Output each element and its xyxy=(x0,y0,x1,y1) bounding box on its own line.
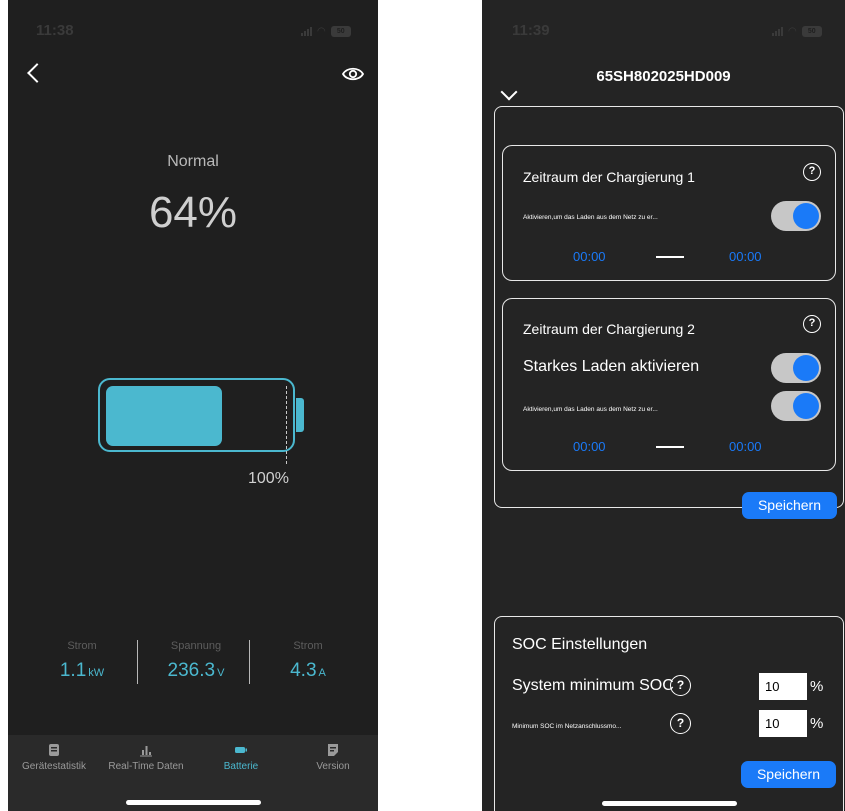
period-1-enable-text: Aktivieren,um das Laden aus dem Netz zu … xyxy=(523,214,658,221)
wifi-icon: ◠ xyxy=(788,26,797,37)
stat-voltage: Spannung 236.3 V xyxy=(156,640,236,682)
eye-icon[interactable] xyxy=(342,66,364,82)
period-2-title: Zeitraum der Chargierung 2 xyxy=(523,321,695,337)
tab-realtime-data[interactable]: Real-Time Daten xyxy=(104,743,188,772)
period-1-end-time[interactable]: 00:00 xyxy=(729,249,762,264)
battery-fill xyxy=(106,386,222,446)
help-icon[interactable]: ? xyxy=(803,163,821,181)
bar-chart-icon xyxy=(140,746,152,757)
strong-charge-toggle[interactable] xyxy=(771,353,821,383)
time-separator xyxy=(656,446,684,448)
document-icon xyxy=(49,744,59,756)
grid-min-soc-input[interactable] xyxy=(759,710,807,737)
tab-version[interactable]: Version xyxy=(306,743,360,772)
battery-state: Normal xyxy=(167,153,219,170)
period-2-enable-toggle[interactable] xyxy=(771,391,821,421)
home-indicator[interactable] xyxy=(602,801,737,806)
save-soc-button[interactable]: Speichern xyxy=(741,761,836,788)
help-icon[interactable]: ? xyxy=(670,675,691,696)
charging-period-2-card: Zeitraum der Chargierung 2 ? Starkes Lad… xyxy=(502,298,836,471)
wifi-icon: ◠ xyxy=(317,26,326,37)
toggle-knob xyxy=(793,393,819,419)
percent-unit: % xyxy=(810,678,824,695)
tab-device-stats[interactable]: Gerätestatistik xyxy=(16,743,92,772)
stat-label: Strom xyxy=(293,640,323,652)
back-icon[interactable] xyxy=(27,63,47,83)
chevron-down-icon[interactable] xyxy=(500,83,518,101)
time-separator xyxy=(656,256,684,258)
stat-value: 236.3 V xyxy=(167,660,225,681)
charging-period-1-card: Zeitraum der Chargierung 1 ? Aktivieren,… xyxy=(502,145,836,281)
percent-unit: % xyxy=(810,715,824,732)
stat-divider xyxy=(137,640,138,684)
stat-value: 4.3 A xyxy=(290,660,326,681)
tab-label: Gerätestatistik xyxy=(22,761,86,772)
charging-settings-screen: 11:39 ◠ 50 65SH802025HD009 Zeitraum der … xyxy=(482,0,845,811)
stat-value: 1.1 kW xyxy=(59,660,105,681)
stat-divider xyxy=(249,640,250,684)
file-icon xyxy=(328,744,338,756)
save-charging-button[interactable]: Speichern xyxy=(742,492,837,519)
stat-label: Strom xyxy=(67,640,97,652)
grid-min-soc-label: Minimum SOC im Netzanschlussmo... xyxy=(512,723,622,730)
period-2-enable-text: Aktivieren,um das Laden aus dem Netz zu … xyxy=(523,406,658,413)
battery-percent: 64% xyxy=(148,188,238,237)
signal-icon xyxy=(301,27,312,36)
period-2-start-time[interactable]: 00:00 xyxy=(573,439,606,454)
system-min-soc-label: System minimum SOC xyxy=(512,677,674,694)
period-1-enable-toggle[interactable] xyxy=(771,201,821,231)
bottom-tab-bar: Gerätestatistik Real-Time Daten Batterie… xyxy=(8,735,378,811)
help-icon[interactable]: ? xyxy=(803,315,821,333)
tab-label: Batterie xyxy=(223,761,259,772)
stat-power: Strom 1.1 kW xyxy=(53,640,111,682)
battery-screen: 11:38 ◠ 50 Normal 64% 100% Strom 1.1 kW S… xyxy=(8,0,378,811)
period-1-start-time[interactable]: 00:00 xyxy=(573,249,606,264)
strong-charge-label: Starkes Laden aktivieren xyxy=(523,358,700,375)
system-min-soc-input[interactable] xyxy=(759,673,807,700)
status-time: 11:39 xyxy=(512,22,550,39)
period-2-end-time[interactable]: 00:00 xyxy=(729,439,762,454)
status-battery-icon: 50 xyxy=(801,26,822,37)
help-icon[interactable]: ? xyxy=(670,713,691,734)
period-1-title: Zeitraum der Chargierung 1 xyxy=(523,169,695,185)
full-marker-line xyxy=(286,386,287,464)
home-indicator[interactable] xyxy=(126,800,261,805)
soc-settings-heading: SOC Einstellungen xyxy=(512,636,648,653)
battery-tip xyxy=(296,398,304,432)
status-time: 11:38 xyxy=(36,22,74,39)
signal-icon xyxy=(772,27,783,36)
battery-icon xyxy=(235,747,247,753)
status-icons: ◠ 50 xyxy=(301,26,351,37)
device-id-title: 65SH802025HD009 xyxy=(596,68,731,85)
battery-graphic xyxy=(98,378,295,452)
status-icons: ◠ 50 xyxy=(772,26,822,37)
tab-battery[interactable]: Batterie xyxy=(213,743,269,772)
full-marker-label: 100% xyxy=(248,470,289,487)
stat-label: Spannung xyxy=(170,640,222,652)
status-battery-icon: 50 xyxy=(330,26,351,37)
toggle-knob xyxy=(793,355,819,381)
toggle-knob xyxy=(793,203,819,229)
tab-label: Real-Time Daten xyxy=(108,761,184,772)
stat-current: Strom 4.3 A xyxy=(278,640,338,682)
tab-label: Version xyxy=(316,761,350,772)
